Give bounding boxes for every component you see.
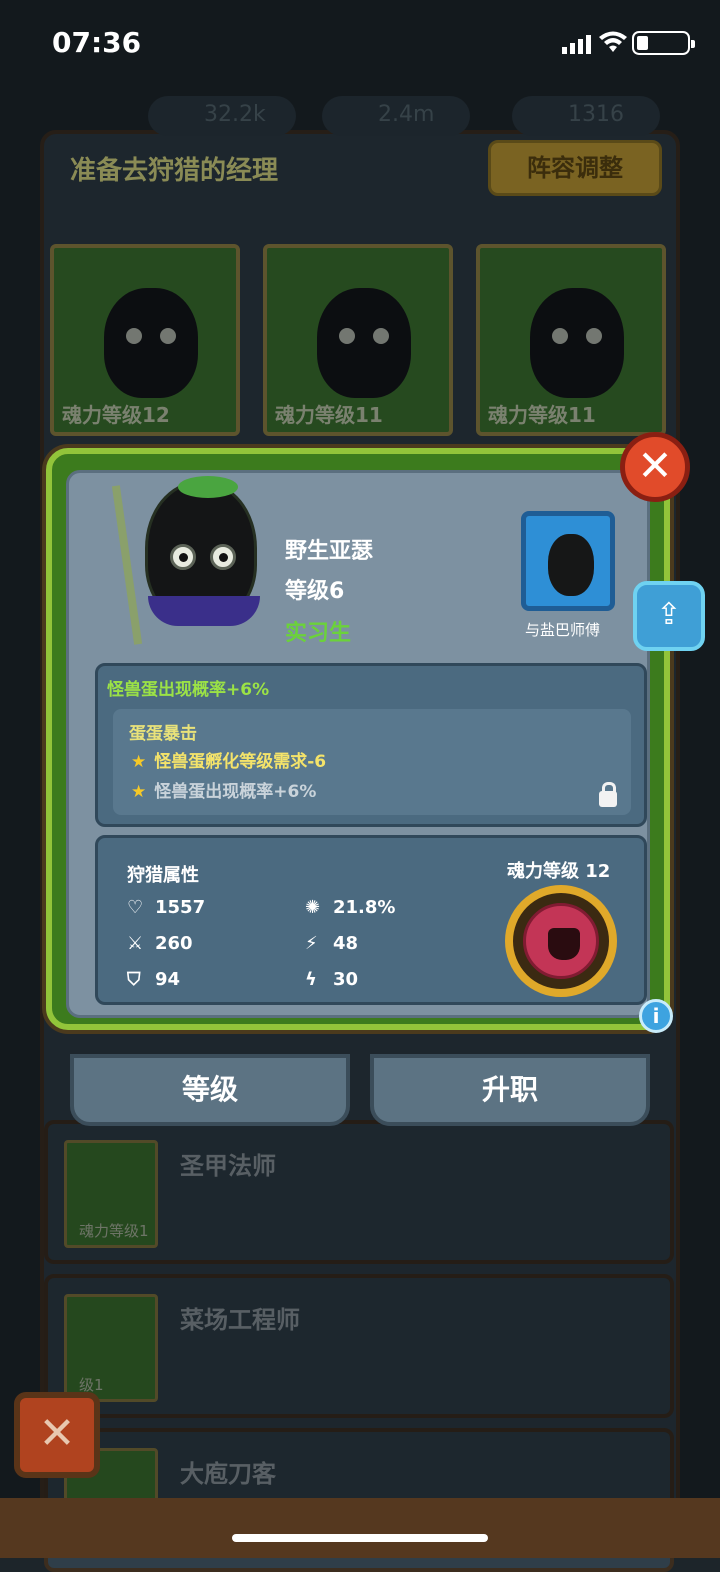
skill-name: 蛋蛋暴击 [129, 724, 197, 744]
staff-icon [111, 485, 143, 645]
crit-icon: ✺ [305, 897, 321, 918]
cellular-signal-icon [562, 35, 591, 54]
sword-icon: ⚔ [127, 933, 144, 954]
tab-level[interactable]: 等级 [70, 1054, 350, 1126]
soul-level-title: 魂力等级 12 [507, 861, 611, 882]
info-icon[interactable]: i [639, 999, 673, 1033]
stat-energy: ϟ 30 [305, 969, 359, 990]
share-icon[interactable]: ⇪ [633, 581, 705, 651]
hero-name: 野生亚瑟 [285, 539, 374, 564]
skill-effect-1: ★ 怪兽蛋孵化等级需求-6 [131, 752, 327, 772]
star-icon: ★ [131, 782, 147, 802]
status-bar: 07:36 [0, 0, 720, 90]
soul-emblem-icon [505, 885, 617, 997]
mentor-label: 与盐巴师傅 [525, 621, 601, 639]
mentor-portrait[interactable] [521, 511, 615, 611]
skill-effect-2: ★ 怪兽蛋出现概率+6% [131, 782, 317, 802]
star-icon: ★ [131, 752, 147, 772]
ground-decoration [0, 1498, 720, 1558]
heart-icon: ♡ [127, 897, 144, 918]
shield-icon: ⛉ [127, 969, 141, 990]
hero-rank: 实习生 [285, 621, 352, 646]
close-button[interactable]: ✕ [620, 432, 690, 502]
lock-icon [599, 782, 617, 807]
boot-icon: ⚡ [305, 933, 318, 954]
battery-icon [632, 31, 695, 55]
lightning-icon: ϟ [305, 969, 317, 990]
home-indicator[interactable] [232, 1534, 488, 1542]
stat-hp: ♡ 1557 [127, 897, 206, 918]
stat-defense: ⛉ 94 [127, 969, 181, 990]
hero-level: 等级6 [285, 579, 345, 604]
exit-button[interactable]: ✕ [14, 1392, 100, 1478]
wifi-icon [599, 31, 627, 52]
clock: 07:36 [52, 26, 142, 59]
stat-speed: ⚡ 48 [305, 933, 359, 954]
stat-attack: ⚔ 260 [127, 933, 193, 954]
page-title: 准备去狩猎的经理 [70, 156, 279, 186]
bonus-text: 怪兽蛋出现概率+6% [107, 680, 270, 700]
lineup-adjust-button[interactable]: 阵容调整 [488, 140, 662, 196]
manager-detail-modal: ✕ 野生亚瑟 等级6 实习生 与盐巴师傅 ⇪ 怪兽蛋出现概率+6% 蛋蛋暴击 ★… [46, 432, 705, 1033]
stat-crit: ✺ 21.8% [305, 897, 396, 918]
hunt-attributes-title: 狩猎属性 [127, 865, 199, 886]
modal-content: 野生亚瑟 等级6 实习生 与盐巴师傅 ⇪ 怪兽蛋出现概率+6% 蛋蛋暴击 ★ 怪兽… [66, 470, 705, 1033]
hero-portrait [111, 461, 269, 645]
tab-promote[interactable]: 升职 [370, 1054, 650, 1126]
